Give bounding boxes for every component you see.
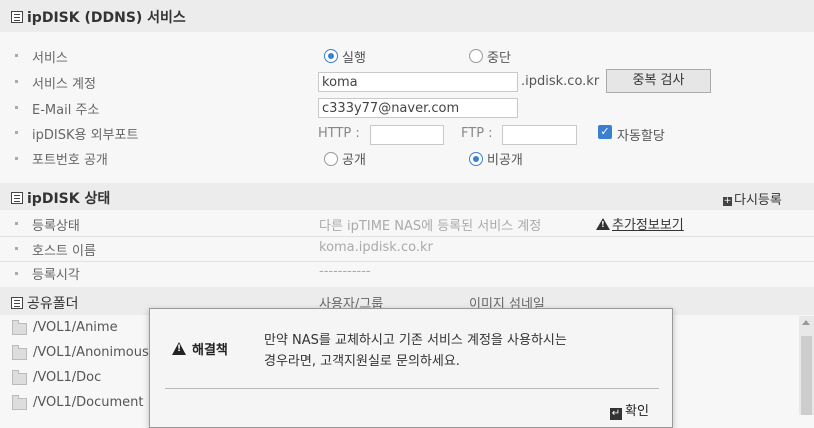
bullet <box>15 272 18 275</box>
service-stop-radio[interactable] <box>469 49 483 63</box>
service-run-label[interactable]: 실행 <box>342 47 366 66</box>
reregister-link[interactable]: + 다시등록 <box>723 189 782 208</box>
service-run-radio[interactable] <box>324 49 338 63</box>
divider <box>0 261 814 262</box>
solution-dialog: 해결책 만약 NAS를 교체하시고 기존 서비스 계정을 사용하시는 경우라면,… <box>149 308 673 428</box>
dialog-message-line2: 경우라면, 고객지원실로 문의하세요. <box>264 354 460 369</box>
service-stop-label[interactable]: 중단 <box>487 47 511 66</box>
folder-icon <box>12 345 27 360</box>
auto-assign-label[interactable]: 자동할당 <box>617 125 665 144</box>
warning-icon <box>596 218 610 230</box>
ftp-port-input[interactable] <box>502 125 577 145</box>
warning-icon <box>172 342 186 355</box>
folder-grid-icon <box>11 297 23 309</box>
http-port-input[interactable] <box>370 125 444 145</box>
status-section-title: ipDISK 상태 <box>11 188 110 208</box>
more-info-link[interactable]: 추가정보보기 <box>596 214 684 233</box>
private-label[interactable]: 비공개 <box>487 149 523 168</box>
ddns-title-text: ipDISK (DDNS) 서비스 <box>27 10 186 26</box>
bullet <box>15 106 18 109</box>
ok-text[interactable]: 확인 <box>625 404 649 419</box>
account-label: 서비스 계정 <box>32 77 96 92</box>
private-radio[interactable] <box>469 152 483 166</box>
ddns-section-title: ipDISK (DDNS) 서비스 <box>11 7 186 27</box>
folder-item[interactable]: /VOL1/Document <box>33 395 144 410</box>
dup-check-button[interactable]: 중복 검사 <box>606 69 711 93</box>
status-section-header <box>0 183 814 210</box>
folder-item[interactable]: /VOL1/Doc <box>33 370 101 385</box>
list-icon <box>11 11 23 23</box>
reg-time-value: ----------- <box>319 264 371 279</box>
reg-time-label: 등록시각 <box>32 268 80 283</box>
bullet <box>15 247 18 250</box>
ftp-label: FTP : <box>461 126 493 141</box>
more-info-text[interactable]: 추가정보보기 <box>612 218 684 233</box>
domain-suffix: .ipdisk.co.kr <box>521 74 600 89</box>
dialog-title: 해결책 <box>172 339 228 358</box>
email-input[interactable] <box>318 98 518 118</box>
bullet <box>15 131 18 134</box>
bullet <box>15 54 18 57</box>
enter-icon: ↵ <box>610 408 622 420</box>
auto-assign-checkbox[interactable]: ✓ <box>598 125 612 139</box>
shared-section-title: 공유폴더 <box>11 293 79 313</box>
account-input[interactable] <box>318 72 518 92</box>
dialog-title-text: 해결책 <box>192 343 228 358</box>
port-public-label: 포트번호 공개 <box>32 153 108 168</box>
folder-icon <box>12 395 27 410</box>
bullet <box>15 222 18 225</box>
host-label: 호스트 이름 <box>32 244 96 259</box>
dialog-ok-button[interactable]: ↵ 확인 <box>610 400 649 420</box>
reg-status-value: 다른 ipTIME NAS에 등록된 서비스 계정 <box>319 219 542 234</box>
public-label[interactable]: 공개 <box>342 149 366 168</box>
shared-title-text: 공유폴더 <box>27 296 79 312</box>
http-label: HTTP : <box>318 126 360 141</box>
dialog-divider <box>165 388 659 389</box>
reg-status-label: 등록상태 <box>32 219 80 234</box>
dialog-message-line1: 만약 NAS를 교체하시고 기존 서비스 계정을 사용하시는 <box>264 333 567 348</box>
folder-item[interactable]: /VOL1/Anonimous <box>33 345 149 360</box>
port-label: ipDISK용 외부포트 <box>32 128 139 143</box>
scroll-up-icon[interactable] <box>802 320 810 325</box>
bullet <box>15 80 18 83</box>
folder-item[interactable]: /VOL1/Anime <box>33 320 118 335</box>
scrollbar-thumb[interactable] <box>801 336 812 415</box>
email-label: E-Mail 주소 <box>32 103 100 118</box>
folder-icon <box>12 370 27 385</box>
status-title-text: ipDISK 상태 <box>27 191 111 207</box>
reregister-text[interactable]: 다시등록 <box>734 193 782 208</box>
folder-icon <box>12 320 27 335</box>
public-radio[interactable] <box>324 152 338 166</box>
service-label: 서비스 <box>32 51 68 66</box>
divider <box>0 236 814 237</box>
bullet <box>15 157 18 160</box>
plus-icon: + <box>723 196 732 206</box>
status-icon <box>11 192 23 204</box>
host-value: koma.ipdisk.co.kr <box>319 240 433 255</box>
